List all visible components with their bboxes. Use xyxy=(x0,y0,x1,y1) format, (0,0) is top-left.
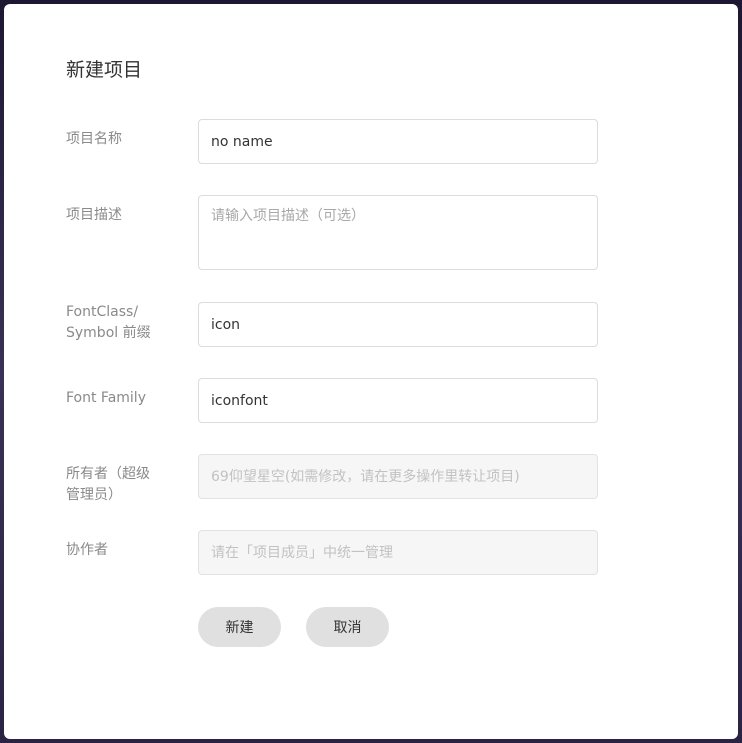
prefix-label: FontClass/ Symbol 前缀 xyxy=(66,302,176,344)
new-project-dialog: 新建项目 项目名称 项目描述 FontClass/ Symbol 前缀 Font… xyxy=(4,4,738,739)
collaborators-input xyxy=(198,530,598,575)
prefix-input[interactable] xyxy=(198,302,598,347)
owner-label: 所有者（超级 管理员） xyxy=(66,464,176,506)
cancel-button[interactable]: 取消 xyxy=(306,607,389,647)
owner-input xyxy=(198,454,598,499)
create-button[interactable]: 新建 xyxy=(198,607,281,647)
owner-label-line2: 管理员） xyxy=(66,487,122,503)
collaborators-label: 协作者 xyxy=(66,542,108,558)
font-family-label: Font Family xyxy=(66,390,146,406)
project-desc-label: 项目描述 xyxy=(66,207,122,223)
font-family-input[interactable] xyxy=(198,378,598,423)
owner-label-line1: 所有者（超级 xyxy=(66,466,150,482)
project-name-input[interactable] xyxy=(198,119,598,164)
prefix-label-line2: Symbol 前缀 xyxy=(66,325,151,341)
project-name-label: 项目名称 xyxy=(66,131,122,147)
prefix-label-line1: FontClass/ xyxy=(66,304,139,320)
project-desc-textarea[interactable] xyxy=(198,195,598,270)
dialog-title: 新建项目 xyxy=(66,59,143,81)
